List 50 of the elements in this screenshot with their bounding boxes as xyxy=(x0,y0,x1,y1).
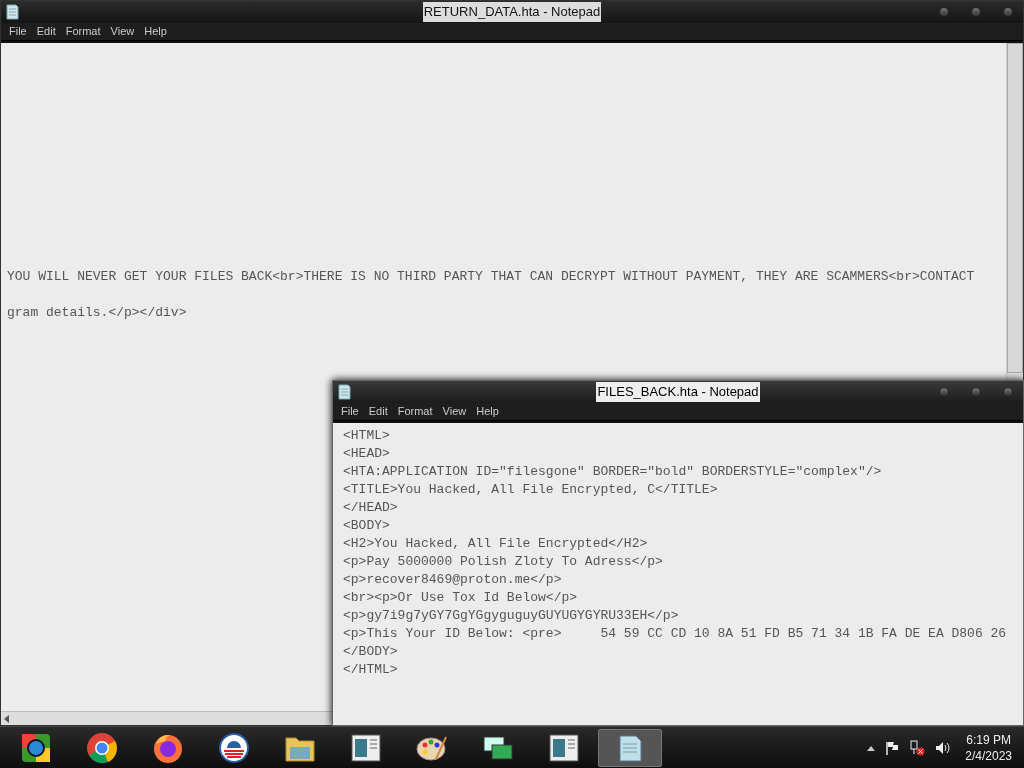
menu-item[interactable]: Format xyxy=(61,23,105,40)
vertical-scrollbar[interactable] xyxy=(1007,43,1023,373)
menu-item[interactable]: File xyxy=(5,23,31,40)
text-line: YOU WILL NEVER GET YOUR FILES BACK<br>THERE IS NO THIRD PARTY THAT CAN DECRYPT WITHOUT PAYMENT, THEY ARE SCAMMERS<br>CONTACT xyxy=(7,268,975,286)
logo-circle-icon xyxy=(219,732,249,763)
text-line: </HEAD> xyxy=(343,499,398,517)
media-player-icon xyxy=(21,732,51,763)
document-window-icon xyxy=(549,733,579,762)
text-line: <p>This Your ID Below: <pre> 54 59 CC CD 10 8A 51 FD B5 71 34 1B FA DE EA D806 26 xyxy=(343,625,1007,643)
taskbar-button[interactable] xyxy=(598,728,662,767)
flag-icon[interactable] xyxy=(885,740,900,755)
clock-date: 2/4/2023 xyxy=(965,747,1012,764)
menu-item[interactable]: Edit xyxy=(364,403,392,420)
menu-item[interactable]: File xyxy=(337,403,363,420)
text-line: <br><p>Or Use Tox Id Below</p> xyxy=(343,589,578,607)
maximize-button[interactable] xyxy=(971,7,981,17)
text-line: <HEAD> xyxy=(343,445,390,463)
window-title: FILES_BACK.hta - Notepad xyxy=(596,382,760,402)
notepad-icon xyxy=(337,384,351,400)
window-title: RETURN_DATA.hta - Notepad xyxy=(422,2,602,22)
notepad-icon xyxy=(5,4,19,20)
computer-screens-icon xyxy=(482,733,514,762)
text-line: <p>Pay 5000000 Polish Zloty To Adress</p> xyxy=(343,553,663,571)
text-line: gram details.</p></div> xyxy=(7,304,187,322)
menu-item[interactable]: Format xyxy=(393,403,437,420)
text-line: <p>recover8469@proton.me</p> xyxy=(343,571,562,589)
chrome-icon xyxy=(86,731,118,764)
text-line: </BODY> xyxy=(343,643,398,661)
text-line: <H2>You Hacked, All File Encrypted</H2> xyxy=(343,535,648,553)
menu-item[interactable]: Edit xyxy=(32,23,60,40)
text-line: <HTML> xyxy=(343,427,390,445)
text-line: <HTA:APPLICATION ID="filesgone" BORDER="bold" BORDERSTYLE="complex"/> xyxy=(343,463,882,481)
text-line: </HTML> xyxy=(343,661,398,679)
menu-item[interactable]: Help xyxy=(140,23,171,40)
clock-time: 6:19 PM xyxy=(966,731,1011,748)
minimize-button[interactable] xyxy=(939,387,949,397)
document-window-icon xyxy=(351,733,381,762)
minimize-button[interactable] xyxy=(939,7,949,17)
text-line: <BODY> xyxy=(343,517,390,535)
menu-item[interactable]: View xyxy=(106,23,139,40)
menu-item[interactable]: View xyxy=(438,403,471,420)
text-line: <TITLE>You Hacked, All File Encrypted, C</TITLE> xyxy=(343,481,718,499)
close-button[interactable] xyxy=(1003,387,1013,397)
network-error-icon[interactable] xyxy=(909,739,926,756)
speaker-icon[interactable] xyxy=(935,740,952,755)
text-line: <p>gy7i9g7yGY7GgYGgyguguyGUYUGYGYRU33EH</p> xyxy=(343,607,679,625)
close-button[interactable] xyxy=(1003,7,1013,17)
show-hidden-icons-button[interactable] xyxy=(867,744,876,751)
maximize-button[interactable] xyxy=(971,387,981,397)
menu-item[interactable]: Help xyxy=(472,403,503,420)
